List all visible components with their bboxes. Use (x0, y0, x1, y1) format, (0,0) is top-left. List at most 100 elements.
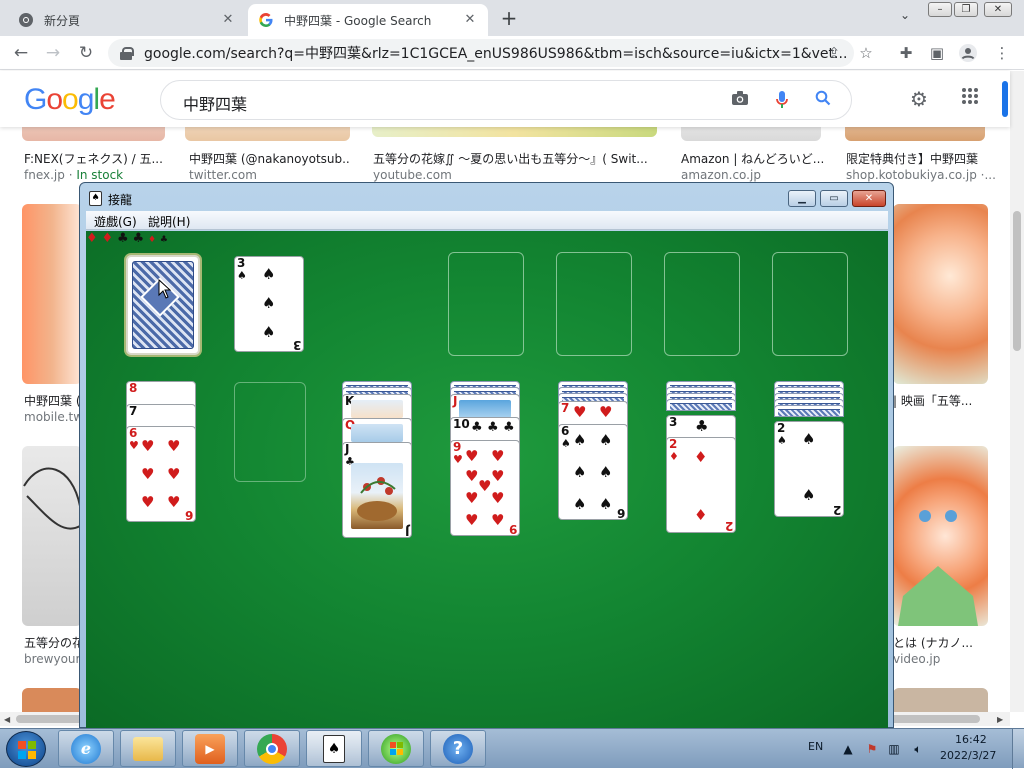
google-icon (258, 12, 274, 28)
tableau-empty-slot[interactable] (234, 382, 306, 482)
tableau-card[interactable]: 2 ♠ ♠ ♠ 2 (774, 421, 844, 517)
card-rank: 9 (508, 522, 517, 536)
menu-help[interactable]: 說明(H) (148, 213, 190, 230)
tableau-card[interactable]: 2 ♦ ♦ ♦ 2 (666, 437, 736, 533)
tableau-card[interactable]: 9 ♥ ♥ ♥ ♥ ♥ ♥ ♥ ♥ ♥ ♥ 9 (450, 440, 520, 536)
google-search-box[interactable]: 中野四葉 (160, 80, 852, 120)
input-language-indicator[interactable]: EN (808, 740, 823, 753)
side-panel-icon[interactable]: ▣ (927, 43, 947, 63)
star-icon[interactable]: ☆ (856, 43, 876, 63)
result-title[interactable]: 限定特典付き】中野四葉 (846, 150, 996, 167)
help-icon: ? (443, 733, 473, 764)
tableau-card[interactable]: 6 ♠ ♠ ♠ ♠ ♠ ♠ ♠ 6 (558, 424, 628, 520)
menu-game[interactable]: 遊戲(G) (94, 213, 137, 230)
result-title[interactable]: 五等分の花 (24, 634, 82, 651)
foundation-slot[interactable] (448, 252, 524, 356)
tableau-card[interactable]: J ♣ J (342, 442, 412, 538)
back-arrow-icon[interactable]: ← (10, 42, 32, 64)
spade-pip: ♠ (599, 431, 613, 449)
taskbar-windows-update[interactable] (368, 730, 424, 767)
waste-pile-card[interactable]: 3 ♠ ♠ ♠ ♠ 3 (234, 256, 304, 352)
tab-close-icon[interactable]: ✕ (220, 12, 236, 28)
account-avatar[interactable] (1002, 81, 1008, 117)
window-title-bar[interactable]: ♠ 接龍 ▁ ▭ ✕ (80, 183, 893, 211)
result-title[interactable]: | 映画「五等... (893, 392, 988, 409)
tableau-card[interactable]: 6 ♥ ♥ ♥ ♥ ♥ ♥ ♥ 6 (126, 426, 196, 522)
apps-grid-icon[interactable] (958, 87, 982, 111)
result-image[interactable] (681, 127, 821, 141)
taskbar-internet-explorer[interactable]: e (58, 730, 114, 767)
scroll-right-arrow-icon[interactable]: ▶ (997, 715, 1003, 724)
card-rank: 3 (292, 338, 301, 352)
camera-icon[interactable] (729, 90, 751, 112)
result-image[interactable] (893, 446, 988, 626)
network-icon[interactable]: ▥ (886, 741, 902, 757)
result-image[interactable] (22, 204, 82, 384)
search-icon[interactable] (812, 90, 834, 112)
result-title[interactable]: 中野四葉 ( (24, 392, 82, 409)
foundation-slot[interactable] (772, 252, 848, 356)
show-desktop-button[interactable] (1012, 729, 1024, 769)
forward-arrow-icon[interactable]: → (42, 42, 64, 64)
restore-button[interactable]: ❐ (954, 2, 978, 17)
tab-new-tab[interactable]: 新分頁 ✕ (8, 4, 246, 36)
heart-pip: ♥ (141, 493, 155, 511)
volume-icon[interactable]: 🔈︎ (910, 741, 926, 757)
result-image[interactable] (22, 127, 165, 141)
taskbar-help[interactable]: ? (430, 730, 486, 767)
jack-face-image (459, 400, 511, 418)
taskbar-chrome[interactable] (244, 730, 300, 767)
microphone-icon[interactable] (771, 90, 793, 112)
result-image[interactable] (845, 127, 985, 141)
vertical-scrollbar[interactable] (1010, 71, 1024, 712)
result-image[interactable] (185, 127, 350, 141)
jack-face-image (351, 463, 403, 529)
tab-close-icon[interactable]: ✕ (462, 12, 478, 28)
clock-time[interactable]: 16:42 (955, 733, 987, 746)
minimize-button[interactable]: – (928, 2, 952, 17)
result-title[interactable]: F:NEX(フェネクス) / 五... (24, 150, 164, 167)
gear-icon[interactable]: ⚙ (907, 87, 931, 111)
card-suit: ♥ (453, 453, 463, 466)
result-image[interactable] (22, 688, 82, 712)
chevron-down-icon[interactable]: ⌄ (896, 8, 914, 26)
maximize-button[interactable]: ▭ (820, 190, 848, 207)
tab-google-search[interactable]: 中野四葉 - Google Search ✕ (248, 4, 488, 36)
address-bar[interactable]: google.com/search?q=中野四葉&rlz=1C1GCEA_enU… (108, 39, 854, 67)
foundation-slot[interactable] (664, 252, 740, 356)
club-pip: ♣ (132, 231, 145, 246)
taskbar-solitaire[interactable]: ♠ (306, 730, 362, 767)
scroll-left-arrow-icon[interactable]: ◀ (4, 715, 10, 724)
start-button[interactable] (6, 731, 46, 767)
close-button[interactable]: ✕ (984, 2, 1012, 17)
new-tab-button[interactable]: + (498, 7, 520, 29)
taskbar-file-explorer[interactable] (120, 730, 176, 767)
result-image[interactable] (22, 446, 82, 626)
card-rank: 6 (616, 506, 625, 520)
extensions-puzzle-icon[interactable]: ✚ (896, 43, 916, 63)
share-icon[interactable]: ⇪ (824, 43, 844, 63)
foundation-slot[interactable] (556, 252, 632, 356)
minimize-button[interactable]: ▁ (788, 190, 816, 207)
search-query[interactable]: 中野四葉 (183, 91, 247, 115)
scrollbar-thumb[interactable] (1013, 211, 1021, 351)
result-title[interactable]: 中野四葉 (@nakanoyotsub... (189, 150, 349, 167)
spade-pip: ♠ (262, 323, 276, 341)
google-logo[interactable]: Google (24, 83, 116, 117)
result-image[interactable] (893, 688, 988, 712)
result-image[interactable] (372, 127, 657, 137)
taskbar-media-player[interactable]: ▶ (182, 730, 238, 767)
chevron-up-icon[interactable]: ▲ (840, 741, 856, 757)
result-title[interactable]: 五等分の花嫁∬ ～夏の思い出も五等分～』( Swit... (373, 150, 658, 167)
result-image[interactable] (893, 204, 988, 384)
heart-pip: ♥ (465, 489, 479, 507)
menu-kebab-icon[interactable]: ⋮ (992, 43, 1012, 63)
action-center-flag-icon[interactable]: ⚑ (864, 741, 880, 757)
result-title[interactable]: Amazon | ねんどろいど... (681, 150, 826, 167)
stock-pile[interactable] (126, 255, 200, 355)
clock-date[interactable]: 2022/3/27 (940, 749, 996, 762)
reload-icon[interactable]: ↻ (75, 42, 97, 64)
profile-avatar-icon[interactable] (958, 43, 978, 63)
result-title[interactable]: とは (ナカノ... (893, 634, 988, 651)
close-button[interactable]: ✕ (852, 190, 886, 207)
